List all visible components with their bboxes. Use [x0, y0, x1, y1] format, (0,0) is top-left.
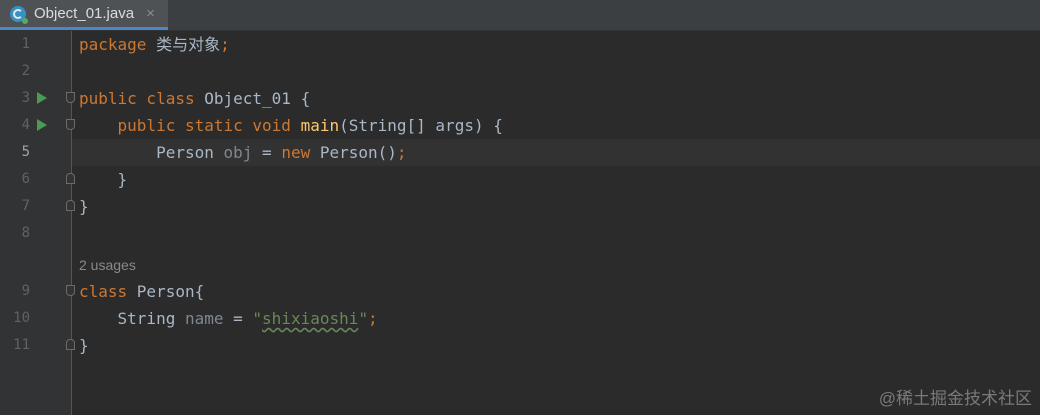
- code-line: 3 public class Object_01 {: [0, 85, 1040, 112]
- line-number: 2: [21, 63, 30, 79]
- line-number: 9: [21, 283, 30, 299]
- code-token: ;: [220, 35, 230, 54]
- line-number: 3: [21, 90, 30, 106]
- code-token: }: [79, 170, 128, 189]
- code-line: 8: [0, 220, 1040, 247]
- watermark-text: @稀土掘金技术社区: [878, 389, 1032, 408]
- line-number: 7: [21, 198, 30, 214]
- run-class-icon[interactable]: [37, 92, 47, 104]
- code-token: Person: [79, 143, 224, 162]
- code-token: name: [184, 309, 224, 328]
- code-text[interactable]: class Person{: [79, 278, 204, 305]
- code-line: 7 }: [0, 193, 1040, 220]
- code-token: ;: [368, 309, 378, 328]
- tab-object-01-java[interactable]: Object_01.java ×: [0, 0, 168, 30]
- code-text[interactable]: String name = "shixiaoshi";: [79, 305, 378, 332]
- code-token: ": [358, 309, 369, 328]
- close-tab-icon[interactable]: ×: [146, 5, 155, 22]
- code-line: 2: [0, 58, 1040, 85]
- code-token: ": [252, 309, 263, 328]
- code-token: }: [79, 197, 89, 216]
- code-text[interactable]: }: [79, 166, 128, 193]
- code-text[interactable]: }: [79, 332, 89, 359]
- line-number: 11: [13, 337, 30, 353]
- code-token: public class: [79, 89, 205, 108]
- code-token: ;: [396, 143, 407, 162]
- code-text[interactable]: }: [79, 193, 89, 220]
- tab-label: Object_01.java: [34, 5, 135, 22]
- code-line: 4 public static void main(String[] args)…: [0, 112, 1040, 139]
- code-token: obj: [223, 143, 253, 162]
- code-token: public static void: [79, 116, 301, 135]
- code-token: package: [79, 35, 157, 54]
- code-token: Person{: [136, 282, 205, 301]
- line-number: 6: [21, 171, 30, 187]
- run-main-icon[interactable]: [37, 119, 47, 131]
- code-token: Object_01 {: [204, 89, 311, 108]
- code-token: =: [252, 143, 282, 162]
- line-number: 8: [21, 225, 30, 241]
- code-token: }: [79, 336, 89, 355]
- code-token: 类与对象: [156, 35, 221, 54]
- code-token: String: [79, 309, 185, 328]
- line-number: 5: [21, 144, 30, 160]
- code-text[interactable]: Person obj = new Person();: [79, 139, 407, 166]
- code-text[interactable]: public class Object_01 {: [79, 85, 310, 112]
- code-line: 9 class Person{: [0, 278, 1040, 305]
- code-token: class: [79, 282, 137, 301]
- java-class-icon: [10, 5, 28, 24]
- code-line: 6 }: [0, 166, 1040, 193]
- line-number: 4: [21, 117, 30, 133]
- code-text[interactable]: package 类与对象;: [79, 31, 230, 58]
- code-token: =: [223, 309, 253, 328]
- code-line: 10 String name = "shixiaoshi";: [0, 305, 1040, 332]
- code-editor[interactable]: 1 package 类与对象; 2 3 public class Object_…: [0, 31, 1040, 415]
- usages-inlay-hint[interactable]: 2 usages: [79, 255, 136, 275]
- line-number: 1: [21, 36, 30, 52]
- code-token: (String[] args) {: [339, 116, 503, 135]
- code-line-current: 5 Person obj = new Person();: [0, 139, 1040, 166]
- code-line: 11 }: [0, 332, 1040, 359]
- line-number: 10: [13, 310, 30, 326]
- code-line: 1 package 类与对象;: [0, 31, 1040, 58]
- code-token: shixiaoshi: [262, 309, 359, 328]
- code-token: Person(): [319, 143, 397, 162]
- editor-tab-bar: Object_01.java ×: [0, 0, 1040, 31]
- code-token: new: [281, 143, 320, 162]
- code-token: main: [300, 116, 340, 135]
- code-text[interactable]: public static void main(String[] args) {: [79, 112, 503, 139]
